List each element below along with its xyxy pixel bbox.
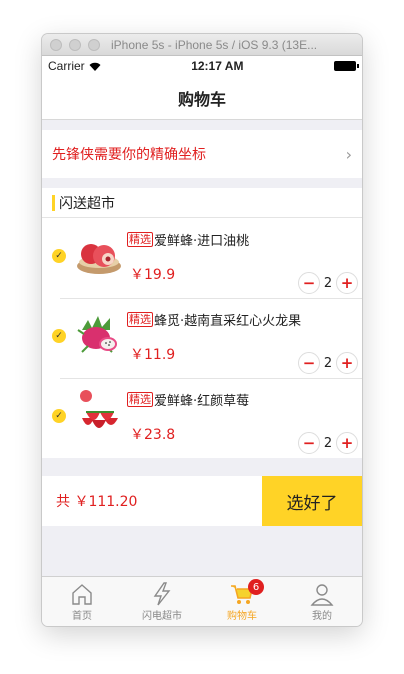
- cart-count-badge: 6: [248, 579, 264, 595]
- page-title: 购物车: [177, 89, 226, 109]
- decrease-quantity-button[interactable]: −: [298, 352, 320, 374]
- increase-quantity-button[interactable]: +: [336, 352, 358, 374]
- item-name: 蜂觅·越南直采红心火龙果: [154, 314, 302, 329]
- tab-label: 购物车: [227, 611, 257, 622]
- quantity-stepper: − 2 +: [298, 432, 358, 454]
- featured-badge: 精选: [127, 312, 153, 327]
- zoom-window-button[interactable]: [88, 38, 100, 51]
- carrier-label: Carrier: [48, 59, 85, 73]
- tab-flash-market[interactable]: 闪电超市: [122, 577, 202, 626]
- quantity-stepper: − 2 +: [298, 352, 358, 374]
- tab-label: 闪电超市: [142, 611, 182, 622]
- simulator-window: iPhone 5s - iPhone 5s / iOS 9.3 (13E... …: [42, 34, 362, 626]
- chevron-right-icon: ›: [345, 144, 352, 164]
- quantity-value: 2: [323, 435, 333, 451]
- cart-item[interactable]: ✓ 精选 爱鲜蜂·进口油桃 ￥19.9 − 2 +: [42, 218, 362, 298]
- item-name: 爱鲜蜂·进口油桃: [154, 234, 250, 249]
- dragon-fruit-image: [77, 316, 117, 353]
- increase-quantity-button[interactable]: +: [336, 432, 358, 454]
- status-bar: Carrier 12:17 AM: [42, 56, 362, 76]
- minimize-window-button[interactable]: [69, 38, 81, 51]
- cart-summary-bar: 共 ￥111.20 选好了: [42, 476, 362, 526]
- featured-badge: 精选: [127, 392, 153, 407]
- cart-total: 共 ￥111.20: [56, 494, 138, 510]
- checkout-button[interactable]: 选好了: [262, 476, 362, 526]
- battery-icon: [333, 61, 359, 71]
- item-checkbox[interactable]: ✓: [52, 329, 66, 343]
- location-request-text: 先锋侠需要你的精确坐标: [52, 147, 206, 163]
- cart-item[interactable]: ✓ 精选 蜂觅·越南直采红心火龙果 ￥11.9 − 2 +: [42, 298, 362, 378]
- section-accent-bar: [52, 194, 55, 211]
- navigation-bar: 购物车: [42, 76, 362, 120]
- item-checkbox[interactable]: ✓: [52, 409, 66, 423]
- item-price: ￥11.9: [130, 347, 176, 363]
- tab-label: 我的: [312, 611, 332, 622]
- nectarine-image: [77, 244, 121, 274]
- increase-quantity-button[interactable]: +: [336, 272, 358, 294]
- tab-profile[interactable]: 我的: [282, 577, 362, 626]
- strawberry-image: [80, 390, 118, 428]
- section-header: 闪送超市: [42, 188, 362, 218]
- store-section: 闪送超市 ✓ 精选 爱鲜蜂·进口油桃 ￥19.9 − 2 + ✓ 精选 蜂觅·越…: [42, 188, 362, 458]
- wifi-icon: [89, 62, 101, 71]
- quantity-value: 2: [323, 355, 333, 371]
- tab-cart[interactable]: 购物车 6: [202, 577, 282, 626]
- decrease-quantity-button[interactable]: −: [298, 272, 320, 294]
- tab-bar: 首页 闪电超市 购物车 6 我的: [42, 576, 362, 626]
- lightning-icon: [153, 582, 171, 606]
- decrease-quantity-button[interactable]: −: [298, 432, 320, 454]
- tab-label: 首页: [72, 611, 92, 622]
- item-checkbox[interactable]: ✓: [52, 249, 66, 263]
- quantity-value: 2: [323, 275, 333, 291]
- close-window-button[interactable]: [50, 38, 62, 51]
- quantity-stepper: − 2 +: [298, 272, 358, 294]
- cart-item[interactable]: ✓ 精选 爱鲜蜂·红颜草莓 ￥23.8 − 2 +: [42, 378, 362, 458]
- home-icon: [72, 584, 92, 605]
- status-time: 12:17 AM: [191, 59, 244, 73]
- item-name: 爱鲜蜂·红颜草莓: [154, 394, 250, 409]
- section-title: 闪送超市: [59, 195, 115, 212]
- featured-badge: 精选: [127, 232, 153, 247]
- tab-home[interactable]: 首页: [42, 577, 122, 626]
- window-title: iPhone 5s - iPhone 5s / iOS 9.3 (13E...: [111, 37, 318, 52]
- location-request-row[interactable]: 先锋侠需要你的精确坐标 ›: [42, 130, 362, 178]
- item-price: ￥19.9: [130, 267, 176, 283]
- item-price: ￥23.8: [130, 427, 176, 443]
- profile-icon: [310, 584, 334, 606]
- window-titlebar: iPhone 5s - iPhone 5s / iOS 9.3 (13E...: [42, 34, 362, 56]
